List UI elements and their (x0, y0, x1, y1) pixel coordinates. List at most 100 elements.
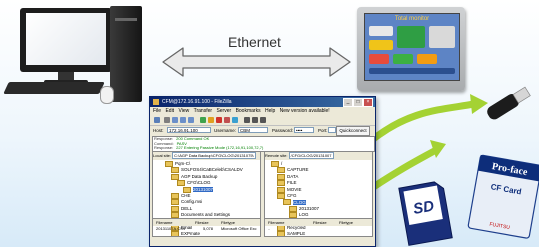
password-input[interactable]: •••• (294, 127, 314, 133)
menu-server[interactable]: Server (216, 108, 231, 114)
folder-icon (277, 186, 285, 193)
quickconnect-button[interactable]: Quickconnect ▼ (336, 126, 370, 141)
pc-monitor-screen (26, 13, 106, 65)
folder-icon (271, 161, 279, 167)
pc-mouse (100, 86, 114, 104)
remote-site-path[interactable]: /CFG/CLOG/20131007 (288, 152, 334, 159)
status-bar (150, 238, 375, 246)
folder-icon (277, 231, 285, 236)
folder-icon (171, 205, 179, 212)
column-filename[interactable]: Filename (156, 219, 172, 226)
tree-item-label: AGP Data Backup (181, 173, 218, 179)
file-type: Microsoft Office Exc (221, 226, 257, 231)
reconnect-icon[interactable] (232, 117, 238, 123)
pc-keyboard (3, 82, 105, 94)
hmi-widget (397, 26, 425, 48)
toolbar (150, 115, 375, 126)
tree-item-label: SOLFOS4\CaBCeleb\CSALDV (181, 167, 243, 173)
tree-item-label: LOG (299, 212, 309, 218)
column-filetype[interactable]: Filetype (221, 219, 235, 226)
tree-item-label: Pqm-C\ (175, 161, 191, 167)
window-titlebar[interactable]: CFM@172.16.91.100 - FileZilla _ □ × (150, 97, 375, 107)
menu-edit[interactable]: Edit (165, 108, 174, 114)
site-manager-icon[interactable] (154, 117, 160, 123)
tree-item-label: CFG (287, 193, 297, 199)
tree-item-label: MOVIE (287, 186, 302, 192)
menu-view[interactable]: View (178, 108, 189, 114)
menu-bookmarks[interactable]: Bookmarks (236, 108, 261, 114)
tree-item-label: 20131007 (193, 186, 214, 192)
folder-icon (277, 180, 285, 187)
cf-card: Pro-face CF Card FUJITSU (467, 154, 539, 239)
toggle-queue-icon[interactable] (188, 117, 194, 123)
hmi-widget (369, 68, 455, 74)
arrow-to-usb (368, 100, 478, 144)
log-label: Response: (154, 145, 174, 151)
cancel-icon[interactable] (216, 117, 222, 123)
folder-icon (171, 192, 179, 199)
file-name: 20131107A.CSV (156, 226, 186, 231)
pc-monitor-stand (58, 72, 74, 80)
hmi-widget (417, 54, 437, 64)
tree-item-label: / (281, 161, 283, 167)
hmi-screen: Total monitor (364, 13, 460, 81)
port-label: Port: (318, 128, 328, 133)
local-site-bar: Local site: C:\AGP Data Backup\CFG\CLOG\… (153, 152, 260, 160)
ethernet-double-arrow (162, 47, 351, 77)
filter-icon[interactable] (244, 117, 250, 123)
tree-item-label: CLOG (293, 199, 306, 205)
port-input[interactable] (328, 127, 336, 133)
folder-icon (171, 167, 179, 174)
compare-icon[interactable] (252, 117, 258, 123)
menu-file[interactable]: File (153, 108, 161, 114)
remote-file-row[interactable]: .. (265, 226, 372, 232)
tree-item-label: CAPTURE (287, 167, 309, 173)
file-size: 5,078 (203, 226, 214, 231)
disconnect-icon[interactable] (224, 117, 230, 123)
toggle-log-icon[interactable] (164, 117, 170, 123)
menu-transfer[interactable]: Transfer (194, 108, 212, 114)
toggle-remote-tree-icon[interactable] (180, 117, 186, 123)
quickconnect-bar: Host: 172.16.91.100 Username: CBM Passwo… (150, 126, 375, 141)
memory-cards: Pro-face CF Card FUJITSU SD (398, 154, 539, 246)
column-filetype[interactable]: Filetype (339, 219, 353, 226)
folder-icon (165, 161, 173, 167)
remote-site-label: Remote site: (265, 153, 288, 158)
tree-item-label: SAMPLE (287, 231, 306, 237)
hmi-widget (429, 26, 455, 48)
folder-icon (177, 180, 185, 187)
remote-list-header: Filename Filesize Filetype (265, 218, 372, 226)
sync-browse-icon[interactable] (260, 117, 266, 123)
tree-item-label: DELL (181, 205, 193, 211)
tree-item[interactable]: SAMPLE (265, 231, 372, 237)
sd-card: SD (398, 181, 453, 246)
tree-item-label: EXPmate (181, 231, 201, 237)
process-queue-icon[interactable] (208, 117, 214, 123)
file-panes: Local site: C:\AGP Data Backup\CFG\CLOG\… (152, 151, 373, 237)
column-filesize[interactable]: Filesize (195, 219, 209, 226)
host-input[interactable]: 172.16.91.100 (167, 127, 211, 133)
folder-icon (171, 173, 179, 180)
ftp-client-window: CFM@172.16.91.100 - FileZilla _ □ × File… (149, 96, 376, 247)
ethernet-label: Ethernet (228, 34, 281, 50)
close-button[interactable]: × (363, 98, 373, 107)
menu-help[interactable]: Help (265, 108, 275, 114)
minimize-button[interactable]: _ (343, 98, 353, 107)
log-message: 227 Entering Passive Mode (172,16,91,100… (176, 145, 264, 151)
toggle-local-tree-icon[interactable] (172, 117, 178, 123)
refresh-icon[interactable] (200, 117, 206, 123)
maximize-button[interactable]: □ (353, 98, 363, 107)
menu-new-version[interactable]: New version available! (280, 108, 330, 114)
tree-item-label: 20131007 (299, 205, 320, 211)
hmi-screen-title: Total monitor (394, 16, 430, 22)
remote-pane: Remote site: /CFG/CLOG/20131007 / CAPTURE… (264, 151, 373, 237)
username-label: Username: (214, 128, 237, 133)
message-log[interactable]: Response: 200 Command OK Command: PASV Res… (152, 136, 375, 152)
tree-item[interactable]: EXPmate (153, 231, 260, 237)
username-input[interactable]: CBM (238, 127, 268, 133)
local-site-path[interactable]: C:\AGP Data Backup\CFG\CLOG\20131075\ (172, 152, 256, 159)
column-filename[interactable]: Filename (268, 219, 284, 226)
local-file-row[interactable]: 20131107A.CSV 5,078 Microsoft Office Exc (153, 226, 260, 232)
column-filesize[interactable]: Filesize (313, 219, 327, 226)
file-name: .. (268, 226, 271, 231)
